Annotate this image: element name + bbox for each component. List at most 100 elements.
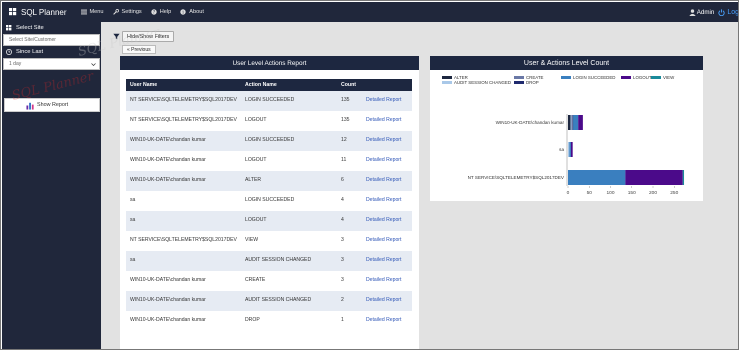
table-row: WIN10-UK-DATE\chandan kumar LOGOUT 11 Detai… bbox=[126, 151, 412, 171]
col-count[interactable]: Count bbox=[337, 79, 362, 91]
table-row: NT SERVICE\SQLTELEMETRY$SQL2017DEV VIEW 3 D… bbox=[126, 231, 412, 251]
report-cell-action: DROP bbox=[241, 311, 337, 331]
report-cell-action: VIEW bbox=[241, 231, 337, 251]
legend-swatch bbox=[514, 76, 524, 79]
hide-show-filters-button[interactable]: Hide/Show Filters bbox=[122, 31, 175, 42]
site-customer-placeholder: Select Site/Customer bbox=[9, 37, 56, 43]
report-cell-action: LOGOUT bbox=[241, 111, 337, 131]
report-table: User Name Action Name Count NT SERVICE\S… bbox=[126, 79, 412, 331]
sidebar: Select Site Select Site/Customer Since L… bbox=[2, 22, 101, 349]
detailed-report-link[interactable]: Detailed Report bbox=[362, 131, 412, 151]
legend-swatch bbox=[561, 76, 571, 79]
legend-swatch bbox=[514, 81, 524, 84]
chart-bar[interactable] bbox=[570, 115, 572, 130]
x-tick-label: 0 bbox=[567, 190, 570, 196]
legend-item[interactable]: LOGIN SUCCEEDED bbox=[561, 75, 615, 80]
user-icon bbox=[689, 8, 696, 16]
since-last-select[interactable]: 1 day bbox=[3, 58, 100, 70]
legend-swatch bbox=[651, 76, 661, 79]
legend-item[interactable]: VIEW bbox=[651, 75, 674, 80]
table-row: sa LOGIN SUCCEEDED 4 Detailed Report bbox=[126, 191, 412, 211]
chart-bar[interactable] bbox=[682, 170, 685, 185]
legend-item[interactable]: DROP bbox=[514, 80, 539, 85]
col-user-name[interactable]: User Name bbox=[126, 79, 241, 91]
x-tick-label: 100 bbox=[606, 190, 614, 196]
report-cell-count: 3 bbox=[337, 231, 362, 251]
report-cell-user: WIN10-UK-DATE\chandan kumar bbox=[126, 151, 241, 171]
x-tick-label: 250 bbox=[670, 190, 678, 196]
nav-settings[interactable]: Settings bbox=[112, 9, 142, 15]
report-cell-user: sa bbox=[126, 191, 241, 211]
detailed-report-link[interactable]: Detailed Report bbox=[362, 211, 412, 231]
detailed-report-link[interactable]: Detailed Report bbox=[362, 291, 412, 311]
chart-bar[interactable] bbox=[568, 142, 570, 157]
report-cell-count: 2 bbox=[337, 291, 362, 311]
nav-help[interactable]: ? Help bbox=[151, 9, 172, 15]
detailed-report-link[interactable]: Detailed Report bbox=[362, 231, 412, 251]
report-table-body: NT SERVICE\SQLTELEMETRY$SQL2017DEV LOGIN … bbox=[126, 91, 412, 331]
previous-button[interactable]: « Previous bbox=[122, 45, 156, 54]
detailed-report-link[interactable]: Detailed Report bbox=[362, 151, 412, 171]
report-cell-count: 135 bbox=[337, 91, 362, 111]
report-cell-action: AUDIT SESSION CHANGED bbox=[241, 291, 337, 311]
legend-item[interactable]: AUDIT SESSION CHANGED bbox=[442, 80, 511, 85]
col-action-name[interactable]: Action Name bbox=[241, 79, 337, 91]
detailed-report-link[interactable]: Detailed Report bbox=[362, 191, 412, 211]
nav-help-label: Help bbox=[159, 9, 172, 15]
nav-menu[interactable]: Menu bbox=[80, 9, 104, 15]
detailed-report-link[interactable]: Detailed Report bbox=[362, 111, 412, 131]
report-cell-count: 4 bbox=[337, 191, 362, 211]
detailed-report-link[interactable]: Detailed Report bbox=[362, 91, 412, 111]
report-cell-user: WIN10-UK-DATE\chandan kumar bbox=[126, 131, 241, 151]
chart-bar[interactable] bbox=[569, 142, 571, 157]
user-menu[interactable]: Admin bbox=[689, 8, 714, 16]
clock-icon bbox=[6, 49, 12, 55]
legend-label: DROP bbox=[526, 80, 539, 85]
select-site-label: Select Site bbox=[2, 22, 101, 34]
chart-panel-header: User & Actions Level Count bbox=[430, 56, 703, 70]
legend-label: VIEW bbox=[663, 75, 675, 80]
nav-about[interactable]: i About bbox=[180, 9, 204, 15]
table-row: WIN10-UK-DATE\chandan kumar CREATE 3 Detail… bbox=[126, 271, 412, 291]
chart-bar[interactable] bbox=[568, 115, 571, 130]
info-icon: i bbox=[180, 9, 186, 15]
report-cell-action: CREATE bbox=[241, 271, 337, 291]
table-row: WIN10-UK-DATE\chandan kumar LOGIN SUCCEED… bbox=[126, 131, 412, 151]
chart-bar[interactable] bbox=[568, 170, 626, 185]
report-cell-user: sa bbox=[126, 211, 241, 231]
legend-swatch bbox=[442, 76, 452, 79]
detailed-report-link[interactable]: Detailed Report bbox=[362, 271, 412, 291]
chart-bar[interactable] bbox=[625, 170, 683, 185]
chart-bar[interactable] bbox=[578, 115, 583, 130]
report-cell-action: AUDIT SESSION CHANGED bbox=[241, 251, 337, 271]
chart-bar[interactable] bbox=[570, 142, 573, 157]
power-icon bbox=[718, 8, 725, 16]
table-row: sa LOGOUT 4 Detailed Report bbox=[126, 211, 412, 231]
wrench-icon bbox=[112, 9, 119, 15]
logout-button[interactable]: Log bbox=[718, 8, 738, 16]
chevron-down-icon bbox=[91, 63, 96, 66]
chart-bar[interactable] bbox=[573, 115, 579, 130]
detailed-report-link[interactable]: Detailed Report bbox=[362, 251, 412, 271]
chart-bar[interactable] bbox=[571, 115, 573, 130]
report-cell-user: NT SERVICE\SQLTELEMETRY$SQL2017DEV bbox=[126, 231, 241, 251]
brand[interactable]: SQL Planner bbox=[9, 8, 67, 17]
detailed-report-link[interactable]: Detailed Report bbox=[362, 171, 412, 191]
report-cell-user: WIN10-UK-DATE\chandan kumar bbox=[126, 171, 241, 191]
main-nav: Menu Settings ? Help i About bbox=[80, 9, 213, 15]
report-cell-user: NT SERVICE\SQLTELEMETRY$SQL2017DEV bbox=[126, 111, 241, 131]
filter-bar: Hide/Show Filters bbox=[113, 31, 175, 42]
show-report-label: Show Report bbox=[37, 102, 69, 108]
legend-swatch bbox=[442, 81, 452, 84]
report-cell-action: LOGOUT bbox=[241, 151, 337, 171]
report-cell-user: WIN10-UK-DATE\chandan kumar bbox=[126, 311, 241, 331]
report-cell-count: 1 bbox=[337, 311, 362, 331]
legend-label: LOGOUT bbox=[633, 75, 652, 80]
site-grid-icon bbox=[6, 25, 12, 31]
legend-item[interactable]: LOGOUT bbox=[621, 75, 652, 80]
show-report-button[interactable]: Show Report bbox=[4, 98, 100, 112]
detailed-report-link[interactable]: Detailed Report bbox=[362, 311, 412, 331]
user-area: Admin Log bbox=[689, 2, 738, 22]
report-cell-count: 6 bbox=[337, 171, 362, 191]
site-customer-select[interactable]: Select Site/Customer bbox=[3, 34, 100, 46]
